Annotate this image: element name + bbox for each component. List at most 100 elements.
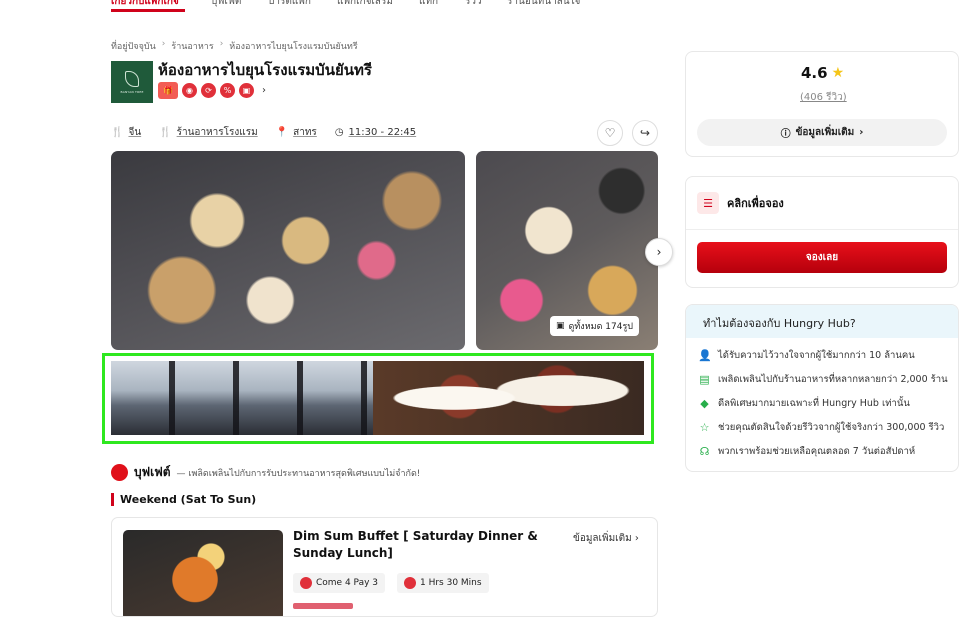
review-count-link[interactable]: (406 รีวิว) (800, 90, 847, 105)
diamond-icon: ◆ (700, 397, 709, 410)
why-item-text: ช่วยคุณตัดสินใจด้วยรีวิวจากผู้ใช้จริงกว่… (718, 422, 945, 433)
tab-other-restaurants[interactable]: ร้านอื่นที่น่าสนใจ (507, 0, 580, 9)
why-item: ☊ พวกเราพร้อมช่วยเหลือคุณตลอด 7 วันต่อสั… (698, 444, 916, 459)
tab-reviews[interactable]: รีวิว (465, 0, 482, 9)
why-item: 👤 ได้รับความไว้วางใจจากผู้ใช้มากกว่า 10 … (698, 348, 915, 363)
breadcrumb-restaurant: ห้องอาหารไบยุนโรงแรมบันยันทรี (229, 42, 358, 52)
top-nav: เกี่ยวกับแพ็กเกจ บุฟเฟต์ ปาร์ตี้แพ็ก แพ็… (0, 0, 959, 12)
tab-about-package[interactable]: เกี่ยวกับแพ็กเกจ (111, 0, 179, 9)
category-link[interactable]: ร้านอาหารโรงแรม (177, 125, 258, 140)
see-all-photos-button[interactable]: ▣ ดูทั้งหมด 174รูป (550, 316, 639, 336)
restaurant-meta: 🍴 จีน 🍴 ร้านอาหารโรงแรม 📍 สาทร ◷ 11:30 -… (111, 124, 416, 140)
promo-label: Come 4 Pay 3 (316, 578, 378, 588)
rating-value: 4.6 (801, 64, 828, 82)
buffet-section-header: บุฟเฟต์ — เพลิดเพลินไปกับการรับประทานอาห… (111, 463, 420, 482)
gallery-next-button[interactable]: › (645, 238, 673, 266)
book-now-button[interactable]: จองเลย (697, 242, 947, 273)
feature-badges[interactable]: 🎁 ◉ ⟳ % ▣ › (158, 82, 266, 99)
delivery-icon: ⟳ (201, 83, 216, 98)
chevron-right-icon: › (634, 533, 639, 544)
gallery-photo-main[interactable] (111, 151, 465, 350)
breadcrumb: ที่อยู่ปัจจุบัน › ร้านอาหาร › ห้องอาหารไ… (111, 39, 358, 53)
logo-text: BANYAN TREE (120, 89, 144, 94)
heart-icon: ♡ (604, 126, 616, 140)
tab-tags[interactable]: แท็ก (419, 0, 438, 9)
document-icon: ☰ (697, 192, 719, 214)
why-title: ทำไมต้องจองกับ Hungry Hub? (686, 305, 958, 338)
share-button[interactable]: ↪ (632, 120, 658, 146)
cutlery-icon: 🍴 (159, 126, 172, 138)
tab-party-pack[interactable]: ปาร์ตี้แพ็ก (268, 0, 311, 9)
banner-image-skyline (111, 361, 373, 435)
package-more-label: ข้อมูลเพิ่มเติม (573, 533, 632, 544)
why-item-text: เพลิดเพลินไปกับร้านอาหารที่หลากหลายกว่า … (718, 374, 948, 385)
duration-label: 1 Hrs 30 Mins (420, 578, 482, 588)
tree-logo-icon (125, 70, 139, 87)
share-icon: ↪ (639, 126, 651, 140)
booking-title: คลิกเพื่อจอง (727, 197, 784, 210)
restaurant-logo: BANYAN TREE (111, 61, 153, 103)
promo-banner[interactable] (111, 361, 644, 435)
location-link[interactable]: สาทร (293, 125, 317, 140)
section-marker (111, 493, 114, 506)
see-all-photos-label: ดูทั้งหมด 174รูป (568, 322, 633, 332)
favorite-button[interactable]: ♡ (597, 120, 623, 146)
weekend-title: Weekend (Sat To Sun) (120, 493, 257, 506)
chevron-right-icon: › (161, 39, 166, 49)
why-item: ☆ ช่วยคุณตัดสินใจด้วยรีวิวจากผู้ใช้จริงก… (698, 420, 945, 435)
rating-card: 4.6 ★ (406 รีวิว) ⓘ ข้อมูลเพิ่มเติม › (685, 51, 959, 157)
rating-score: 4.6 ★ (801, 64, 844, 82)
chevron-right-icon: › (219, 39, 224, 49)
promo-icon (300, 577, 312, 589)
photos-icon: ▣ (556, 321, 565, 331)
opening-hours[interactable]: 11:30 - 22:45 (349, 127, 417, 138)
package-more-info-link[interactable]: ข้อมูลเพิ่มเติม › (573, 531, 639, 546)
buffet-icon: ▣ (239, 83, 254, 98)
package-name: Dim Sum Buffet [ Saturday Dinner & Sunda… (293, 529, 538, 560)
store-icon: ▤ (699, 373, 710, 386)
dine-in-icon: ◉ (182, 83, 197, 98)
package-card[interactable]: Dim Sum Buffet [ Saturday Dinner & Sunda… (111, 517, 658, 617)
restaurant-name: ห้องอาหารไบยุนโรงแรมบันยันทรี (158, 61, 372, 79)
duration-icon (404, 577, 416, 589)
why-item-text: ได้รับความไว้วางใจจากผู้ใช้มากกว่า 10 ล้… (718, 350, 915, 361)
booking-card: ☰ คลิกเพื่อจอง จองเลย (685, 176, 959, 288)
why-item-text: ดีลพิเศษมากมายเฉพาะที่ Hungry Hub เท่านั… (718, 398, 910, 409)
tab-buffet[interactable]: บุฟเฟต์ (211, 0, 241, 9)
chevron-right-icon: › (656, 245, 662, 259)
banner-image-steak (373, 361, 644, 435)
buffet-icon (111, 464, 128, 481)
tab-addon-package[interactable]: แพ็กเกจเสริม (337, 0, 393, 9)
gallery-photo-side[interactable]: ▣ ดูทั้งหมด 174รูป (476, 151, 658, 350)
duration-pill: 1 Hrs 30 Mins (397, 573, 489, 593)
why-item: ◆ ดีลพิเศษมากมายเฉพาะที่ Hungry Hub เท่า… (698, 396, 910, 411)
headset-icon: ☊ (699, 445, 710, 458)
info-icon: ⓘ (780, 129, 791, 140)
why-item-text: พวกเราพร้อมช่วยเหลือคุณตลอด 7 วันต่อสัปด… (718, 446, 916, 457)
booking-header: ☰ คลิกเพื่อจอง (697, 192, 784, 214)
breadcrumb-restaurants[interactable]: ร้านอาหาร (171, 39, 213, 53)
chevron-right-icon: › (859, 127, 864, 138)
user-icon: 👤 (698, 349, 712, 362)
more-info-label: ข้อมูลเพิ่มเติม (795, 127, 855, 138)
chevron-right-icon[interactable]: › (262, 85, 266, 96)
buffet-title: บุฟเฟต์ (134, 465, 171, 479)
active-tab-indicator (111, 9, 185, 12)
buffet-description: — เพลิดเพลินไปกับการรับประทานอาหารสุดพิเ… (176, 468, 421, 479)
package-image (123, 530, 283, 616)
discount-icon: % (220, 83, 235, 98)
gift-icon: 🎁 (158, 82, 178, 99)
package-price (293, 603, 353, 609)
why-hungryhub-card: ทำไมต้องจองกับ Hungry Hub? 👤 ได้รับความไ… (685, 304, 959, 472)
cutlery-icon: 🍴 (111, 126, 124, 138)
star-outline-icon: ☆ (699, 421, 710, 434)
clock-icon: ◷ (334, 126, 344, 138)
more-info-button[interactable]: ⓘ ข้อมูลเพิ่มเติม › (697, 119, 947, 146)
location-pin-icon: 📍 (275, 126, 289, 138)
cuisine-link[interactable]: จีน (128, 125, 141, 140)
star-icon: ★ (831, 65, 845, 81)
weekend-section-header: Weekend (Sat To Sun) (111, 493, 256, 506)
breadcrumb-current-location[interactable]: ที่อยู่ปัจจุบัน (111, 39, 156, 53)
divider (686, 229, 958, 230)
why-item: ▤ เพลิดเพลินไปกับร้านอาหารที่หลากหลายกว่… (698, 372, 948, 387)
